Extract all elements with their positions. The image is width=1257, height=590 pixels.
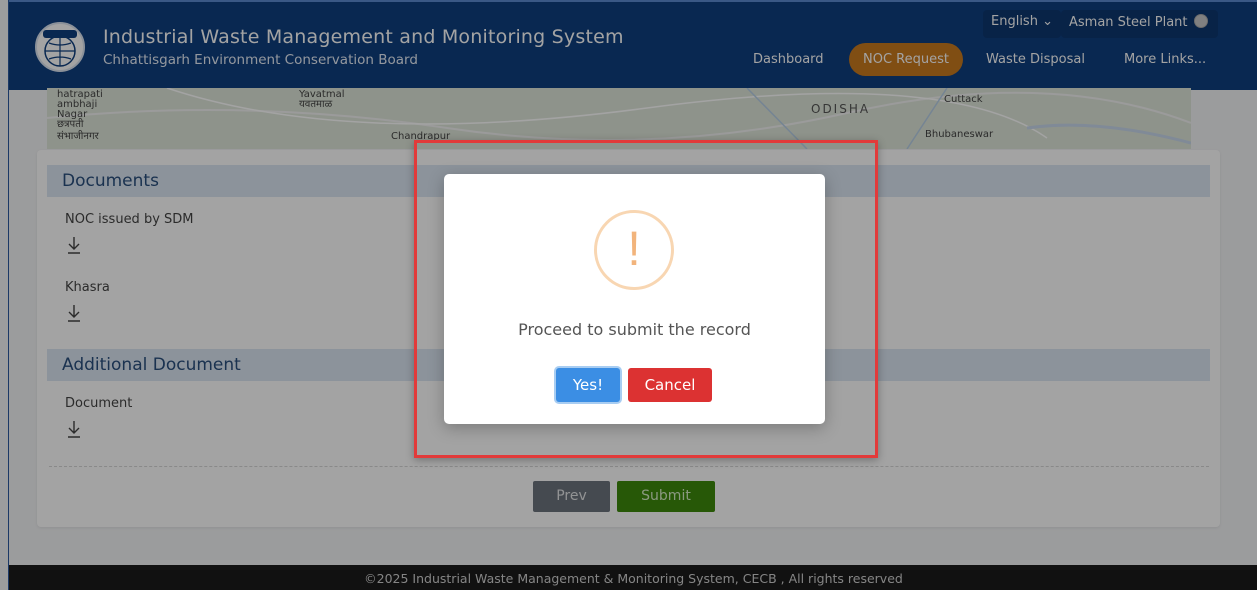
dialog-message: Proceed to submit the record (518, 320, 751, 339)
confirm-dialog: ! Proceed to submit the record Yes! Canc… (444, 174, 825, 424)
cancel-button[interactable]: Cancel (628, 368, 712, 402)
warning-icon: ! (594, 210, 674, 290)
confirm-button[interactable]: Yes! (556, 368, 620, 402)
